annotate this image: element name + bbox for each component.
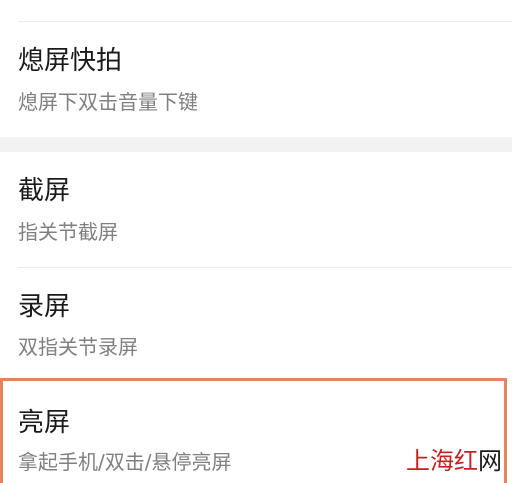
watermark: 上海红网 (406, 447, 502, 475)
setting-item-screen-off-snapshot[interactable]: 熄屏快拍 熄屏下双击音量下键 (0, 22, 512, 137)
setting-item-screenshot[interactable]: 截屏 指关节截屏 (0, 152, 512, 267)
watermark-black-text: 网 (478, 447, 502, 475)
setting-item-subtitle: 双指关节录屏 (18, 335, 138, 359)
watermark-red-text: 上海红 (406, 447, 478, 475)
setting-item-subtitle: 指关节截屏 (18, 220, 118, 244)
section-gap (0, 137, 512, 152)
setting-item-subtitle: 熄屏下双击音量下键 (18, 90, 198, 114)
setting-item-title: 熄屏快拍 (18, 46, 123, 76)
setting-item-title: 录屏 (18, 292, 71, 322)
setting-item-title: 截屏 (18, 176, 71, 206)
setting-item-screen-record[interactable]: 录屏 双指关节录屏 (0, 268, 512, 378)
